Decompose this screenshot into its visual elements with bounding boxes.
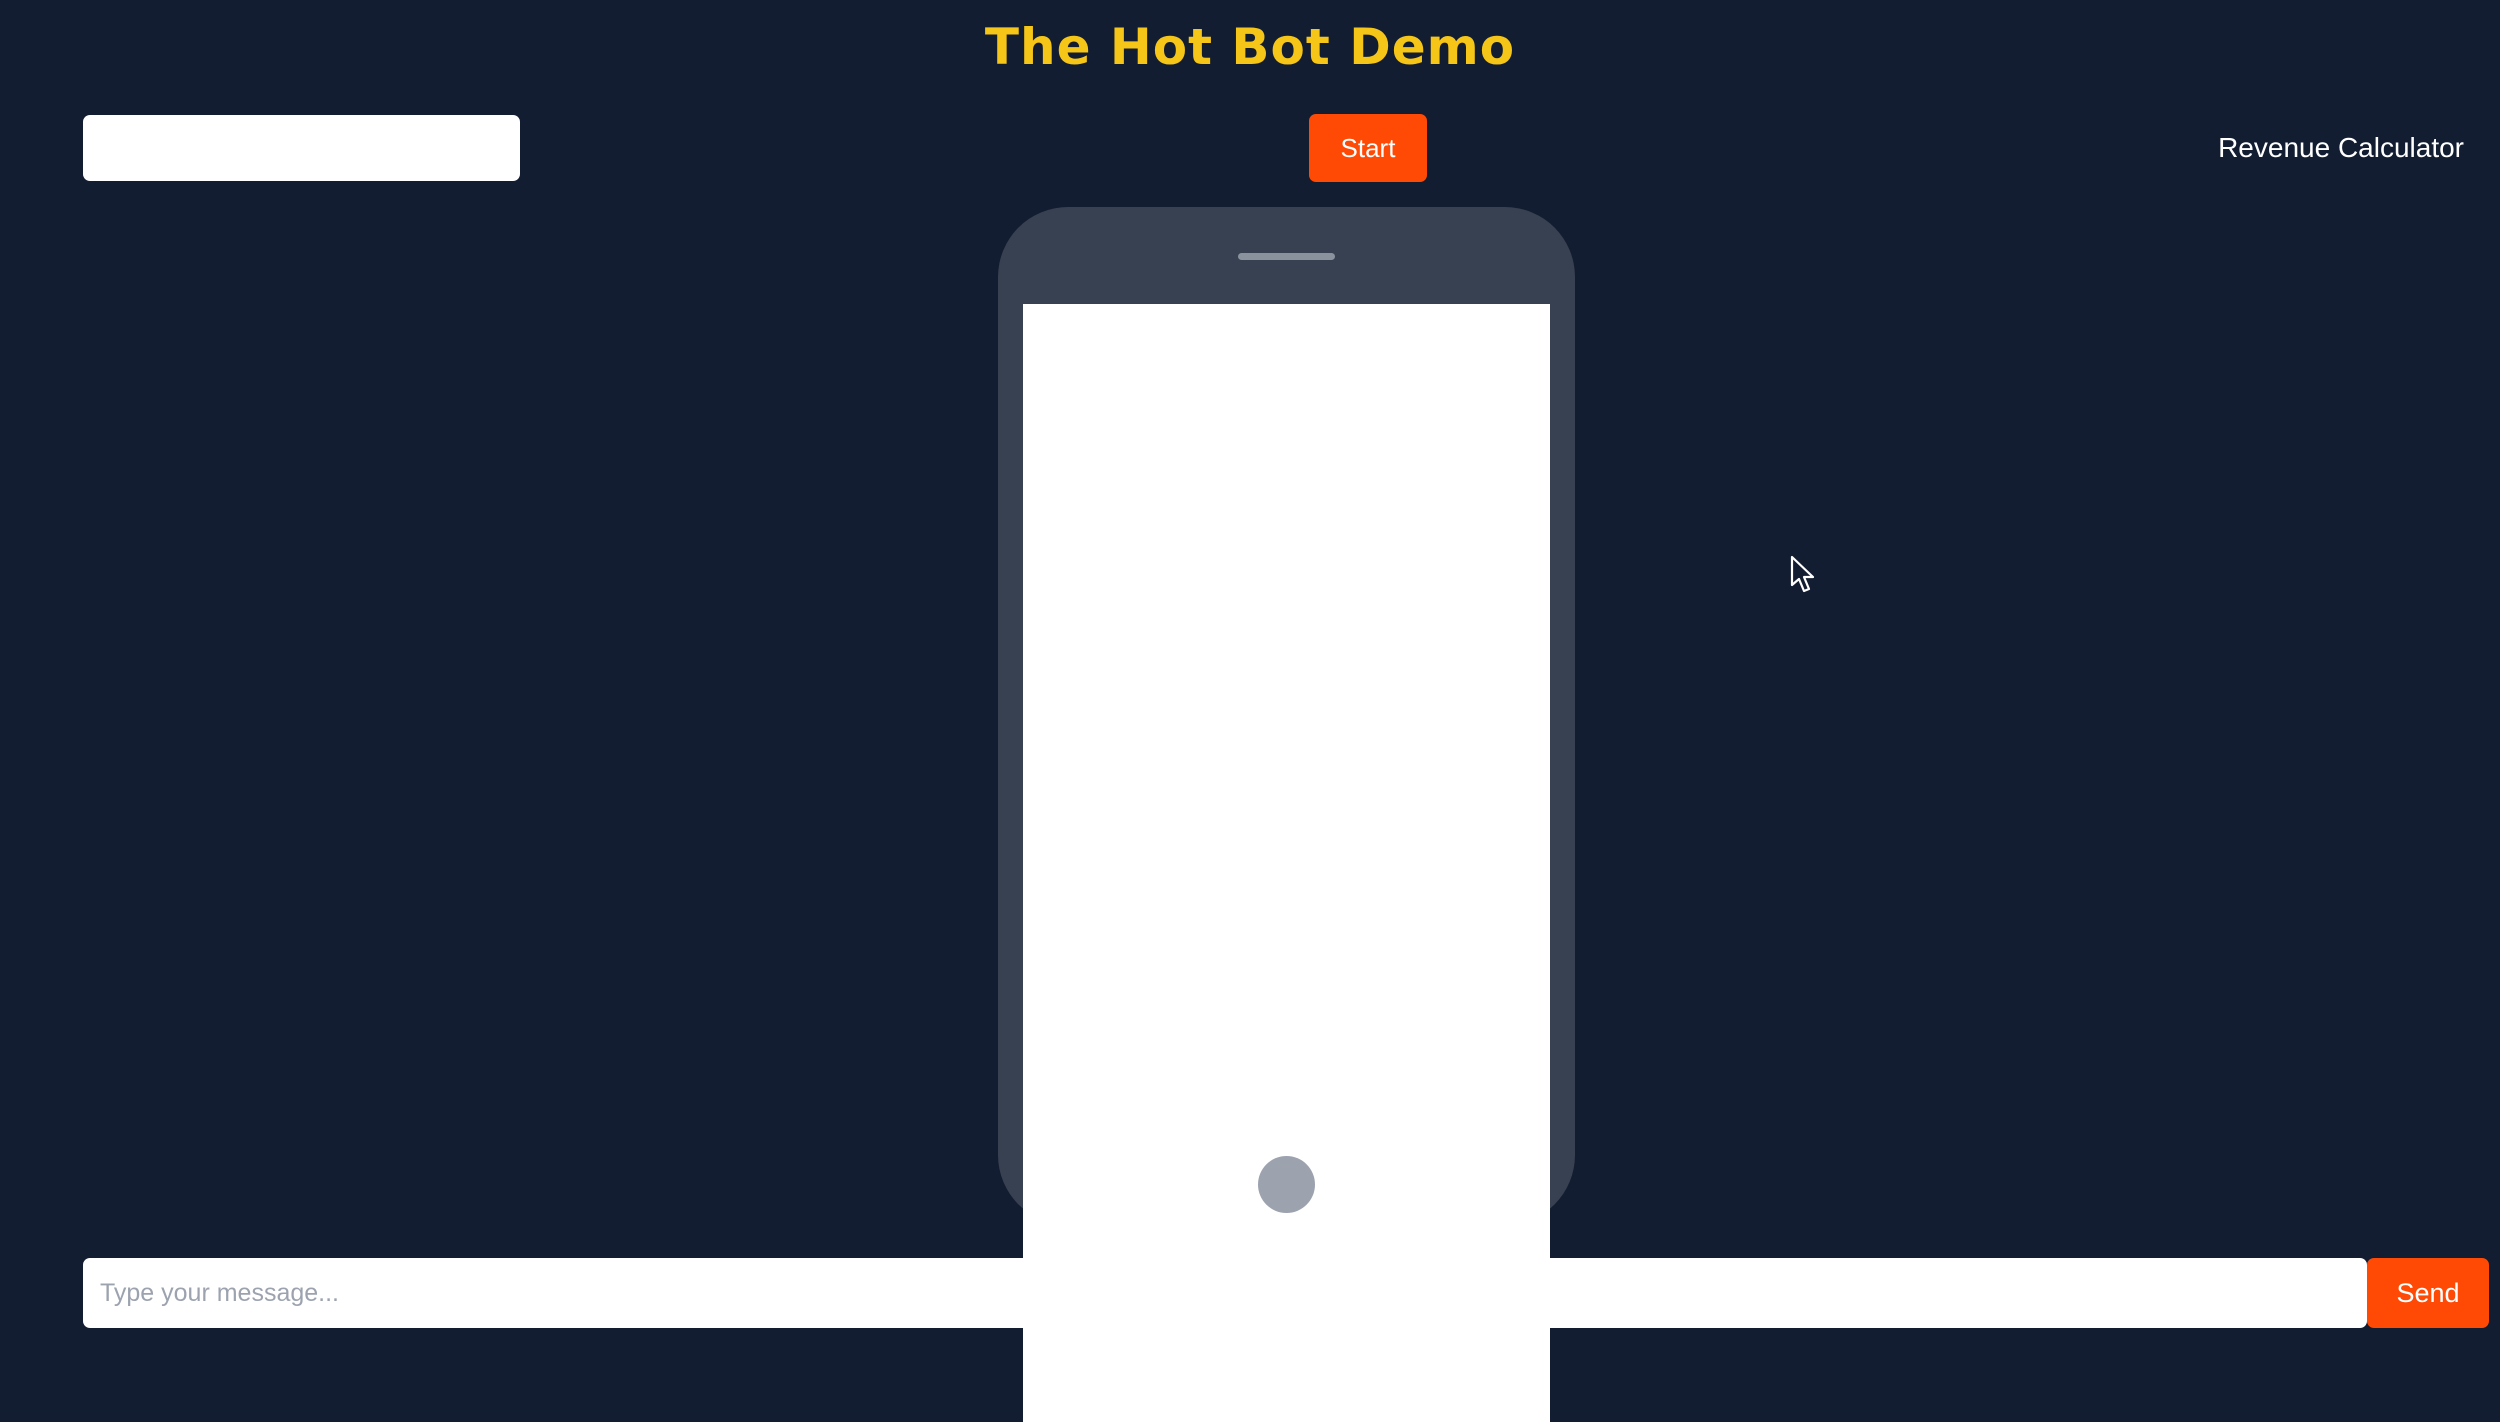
send-button[interactable]: Send: [2367, 1258, 2489, 1328]
page: The Hot Bot Demo Start Revenue Calculato…: [0, 0, 2500, 1422]
phone-screen: [1023, 304, 1550, 1422]
name-input[interactable]: [83, 115, 520, 181]
page-title: The Hot Bot Demo: [984, 18, 1516, 76]
start-button[interactable]: Start: [1309, 114, 1427, 182]
message-input[interactable]: [83, 1258, 2367, 1328]
phone-speaker-icon: [1238, 253, 1335, 260]
phone-home-button-icon[interactable]: [1258, 1156, 1315, 1213]
revenue-calculator-link[interactable]: Revenue Calculator: [2218, 128, 2464, 168]
mouse-pointer-icon: [1790, 555, 1815, 593]
